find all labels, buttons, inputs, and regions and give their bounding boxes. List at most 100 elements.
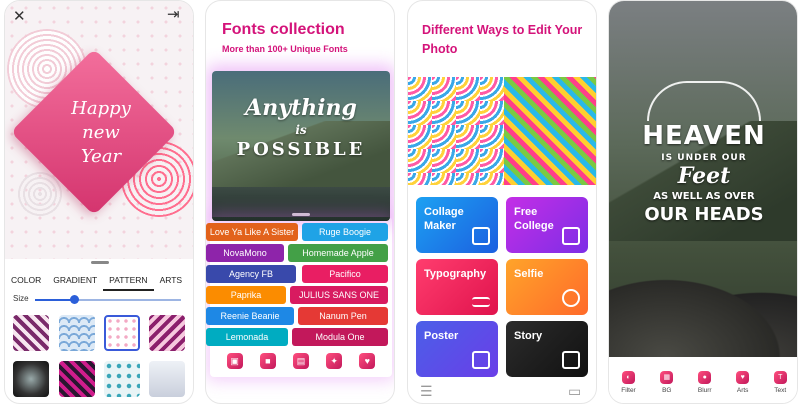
font-option[interactable]: Homemade Apple <box>288 244 388 262</box>
tool-label: BG <box>662 386 672 394</box>
font-option[interactable]: JULIUS SANS ONE <box>290 286 388 304</box>
sticker-icon[interactable]: ✦ <box>326 353 343 369</box>
pattern-swatch[interactable] <box>59 361 95 397</box>
font-option[interactable]: Love Ya Like A Sister <box>206 223 298 241</box>
quote-line: HEAVEN <box>642 121 766 151</box>
phone-edit-modes: Different Ways to Edit Your Photo Collag… <box>407 0 597 404</box>
card-label: Story <box>514 330 543 342</box>
font-option[interactable]: Pacifico <box>302 265 388 283</box>
font-option[interactable]: Nanum Pen <box>298 307 388 325</box>
quote-text[interactable]: HEAVEN IS UNDER OUR Feet AS WELL AS OVER… <box>609 121 797 225</box>
canvas-preview: Happy new Year ✕ ⇥ <box>5 1 193 259</box>
font-option[interactable]: NovaMono <box>206 244 284 262</box>
bg-button[interactable]: ▦ BG <box>660 370 674 394</box>
font-option[interactable]: Lemonada <box>206 328 288 346</box>
pattern-swatch[interactable] <box>104 361 140 397</box>
tab-color[interactable]: COLOR <box>5 273 47 291</box>
tool-label: Text <box>774 386 787 394</box>
quote-line: IS UNDER OUR <box>661 153 747 163</box>
briefcase-icon[interactable]: ▭ <box>568 383 581 400</box>
bottom-toolbar: ▣ ■ ▤ ✦ ♥ <box>218 347 384 375</box>
drag-handle[interactable] <box>91 261 109 264</box>
phone-background-editor: Happy new Year ✕ ⇥ COLOR GRADIENT PATTER… <box>4 0 194 404</box>
quote-text[interactable]: Anything is POSSIBLE <box>212 95 390 160</box>
page-title: Different Ways to Edit Your Photo <box>422 23 583 56</box>
pattern-swatch-selected[interactable] <box>104 315 140 351</box>
size-slider[interactable] <box>35 295 181 304</box>
close-icon[interactable]: ✕ <box>13 7 26 25</box>
heart-icon[interactable]: ♥ <box>359 353 376 369</box>
drag-handle[interactable] <box>292 213 310 216</box>
quote-line: OUR HEADS <box>644 204 764 225</box>
quote-line: AS WELL AS OVER <box>653 191 755 202</box>
collage-icon[interactable]: ▤ <box>292 353 309 369</box>
image-icon[interactable]: ▣ <box>226 353 243 369</box>
greeting-line: Year <box>80 146 122 167</box>
sliders-icon[interactable]: ☰ <box>420 383 433 400</box>
font-option[interactable]: Agency FB <box>206 265 296 283</box>
diamond-pattern-image <box>504 77 596 185</box>
poster-card[interactable]: Poster <box>416 321 498 377</box>
app-store-screenshots: Happy new Year ✕ ⇥ COLOR GRADIENT PATTER… <box>0 0 800 408</box>
pattern-swatch[interactable] <box>59 315 95 351</box>
background-tabs: COLOR GRADIENT PATTERN ARTS <box>5 273 193 291</box>
page-subtitle: More than 100+ Unique Fonts <box>222 44 348 54</box>
text-button[interactable]: T Text <box>773 370 787 394</box>
font-option[interactable]: Reenie Beanie <box>206 307 294 325</box>
tab-gradient[interactable]: GRADIENT <box>47 273 103 291</box>
size-label: Size <box>13 294 29 303</box>
tab-arts[interactable]: ARTS <box>154 273 189 291</box>
tab-pattern[interactable]: PATTERN <box>103 273 154 291</box>
filter-button[interactable]: ◐ Filter <box>621 370 636 394</box>
selfie-card[interactable]: Selfie <box>506 259 588 315</box>
card-label: Typography <box>424 268 487 280</box>
text-lines-icon <box>472 297 490 307</box>
drop-icon: ● <box>698 370 712 384</box>
rock-foreground <box>609 267 797 357</box>
quote-line: POSSIBLE <box>236 139 366 160</box>
story-card[interactable]: Story <box>506 321 588 377</box>
greeting-line: new <box>82 122 120 143</box>
image-icon <box>472 227 490 245</box>
card-label: Poster <box>424 330 459 342</box>
tool-label: Arts <box>736 386 749 394</box>
typography-card[interactable]: Typography <box>416 259 498 315</box>
tool-label: Filter <box>621 386 636 394</box>
shape-icon[interactable]: ■ <box>259 353 276 369</box>
pattern-swatch[interactable] <box>149 315 185 351</box>
circle-pattern-image <box>408 77 504 185</box>
pattern-swatch[interactable] <box>149 361 185 397</box>
editor-toolbar: ◐ Filter ▦ BG ● Blurr ♥ Arts T Text <box>609 359 797 403</box>
poster-icon <box>472 351 490 369</box>
arts-button[interactable]: ♥ Arts <box>736 370 750 394</box>
card-label: Collage Maker <box>424 206 464 232</box>
quote-line: Anything <box>245 95 357 121</box>
greeting-text: Happy new Year <box>47 97 155 169</box>
export-icon[interactable]: ⇥ <box>167 5 180 23</box>
size-slider-fill <box>35 299 75 301</box>
font-option[interactable]: Ruge Boogie <box>302 223 388 241</box>
phone-fonts-collection: Fonts collection More than 100+ Unique F… <box>205 0 395 404</box>
free-college-card[interactable]: Free College <box>506 197 588 253</box>
size-slider-knob[interactable] <box>70 295 80 304</box>
camera-icon <box>562 289 580 307</box>
book-icon <box>562 351 580 369</box>
quote-line: Feet <box>677 163 731 189</box>
pattern-swatch[interactable] <box>13 361 49 397</box>
photo-preview: Anything is POSSIBLE <box>212 71 390 221</box>
pattern-swatch[interactable] <box>13 315 49 351</box>
text-icon: T <box>773 370 787 384</box>
filter-icon: ◐ <box>622 370 635 384</box>
grid-icon <box>562 227 580 245</box>
greeting-line: Happy <box>71 98 131 119</box>
blurr-button[interactable]: ● Blurr <box>697 370 712 394</box>
phone-quote-editor: HEAVEN IS UNDER OUR Feet AS WELL AS OVER… <box>608 0 798 404</box>
font-option[interactable]: Paprika <box>206 286 286 304</box>
collage-maker-card[interactable]: Collage Maker <box>416 197 498 253</box>
bg-icon: ▦ <box>660 370 674 384</box>
tool-label: Blurr <box>697 386 712 394</box>
font-option[interactable]: Modula One <box>292 328 388 346</box>
card-label: Free College <box>514 206 554 232</box>
card-label: Selfie <box>514 268 544 280</box>
heart-icon: ♥ <box>736 370 750 384</box>
